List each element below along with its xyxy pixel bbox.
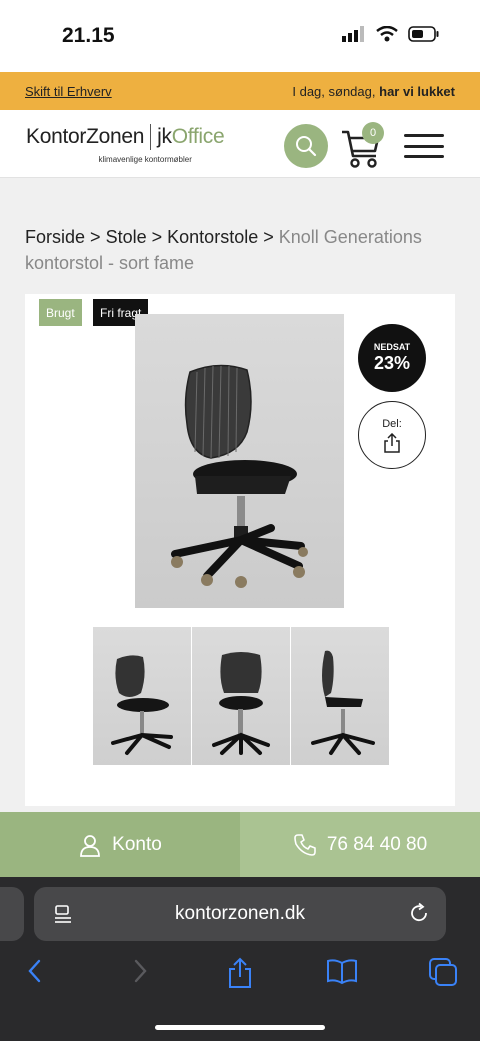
user-icon <box>80 834 101 857</box>
share-button[interactable]: Del: <box>358 401 426 469</box>
product-card: Brugt Fri fragt NEDSAT 23% Del: <box>25 294 455 806</box>
switch-to-business-link[interactable]: Skift til Erhverv <box>25 84 112 99</box>
site-header: KontorZonen jk Office klimavenlige kontor… <box>0 110 480 178</box>
menu-icon-line <box>404 155 444 158</box>
breadcrumb-stole[interactable]: Stole <box>106 227 147 247</box>
battery-icon <box>408 26 439 42</box>
bookmarks-icon[interactable] <box>326 957 358 985</box>
opening-status-prefix: I dag, søndag, <box>292 83 376 99</box>
browser-toolbar <box>0 957 480 997</box>
wifi-icon <box>376 26 398 42</box>
menu-icon-line <box>404 134 444 137</box>
home-indicator <box>155 1025 325 1030</box>
breadcrumb-kontorstole[interactable]: Kontorstole <box>167 227 258 247</box>
reload-icon[interactable] <box>408 902 430 924</box>
logo-jk: jk <box>157 125 172 148</box>
phone-button[interactable]: 76 84 40 80 <box>240 812 480 877</box>
product-main-image[interactable] <box>135 314 344 608</box>
discount-badge: NEDSAT 23% <box>358 324 426 392</box>
account-button[interactable]: Konto <box>0 812 240 877</box>
url-text: kontorzonen.dk <box>175 903 305 924</box>
logo-tagline: klimavenlige kontormøbler <box>98 155 192 164</box>
logo-divider <box>150 124 152 150</box>
logo-kontorzonen: KontorZonen <box>26 125 145 148</box>
office-chair-thumbnail <box>111 655 173 755</box>
previous-tab-preview[interactable] <box>0 887 24 941</box>
office-chair-thumbnail <box>212 652 270 755</box>
search-icon <box>296 136 317 157</box>
office-chair-thumbnail <box>311 650 375 755</box>
discount-value: 23% <box>373 353 411 373</box>
menu-icon-line <box>404 144 444 148</box>
signal-icon <box>342 26 364 42</box>
menu-button[interactable] <box>404 134 444 158</box>
browser-chrome: kontorzonen.dk <box>0 877 480 1041</box>
share-label: Del: <box>382 417 402 430</box>
status-icons <box>342 26 440 42</box>
used-badge: Brugt <box>39 299 82 326</box>
tabs-icon[interactable] <box>428 957 458 987</box>
phone-number: 76 84 40 80 <box>326 833 428 855</box>
opening-status-bold: har vi lukket <box>379 83 455 99</box>
phone-icon <box>294 833 316 856</box>
logo-office: Office <box>171 125 225 148</box>
promo-bar: Skift til Erhverv I dag, søndag, har vi … <box>0 72 480 110</box>
breadcrumb-separator: > <box>151 227 163 247</box>
cart-count-badge: 0 <box>362 122 384 144</box>
forward-icon[interactable] <box>130 957 150 985</box>
product-thumbnails <box>93 627 390 765</box>
search-button[interactable] <box>284 124 328 168</box>
share-icon <box>384 432 400 453</box>
opening-status: I dag, søndag, har vi lukket <box>292 84 455 99</box>
breadcrumb-separator: > <box>263 227 274 247</box>
site-logo[interactable]: KontorZonen jk Office klimavenlige kontor… <box>26 124 225 164</box>
status-time: 21.15 <box>62 24 115 47</box>
back-icon[interactable] <box>25 957 45 985</box>
share-sheet-icon[interactable] <box>226 957 254 989</box>
account-label: Konto <box>112 833 162 855</box>
discount-label: NEDSAT <box>373 342 411 352</box>
address-bar[interactable]: kontorzonen.dk <box>34 887 446 941</box>
status-bar: 21.15 <box>0 0 480 72</box>
office-chair-image <box>171 364 308 588</box>
breadcrumb-forside[interactable]: Forside <box>25 227 85 247</box>
product-thumbnail[interactable] <box>93 627 191 765</box>
page-menu-icon[interactable] <box>52 903 74 925</box>
contact-bar: Konto 76 84 40 80 <box>0 812 480 877</box>
product-thumbnail[interactable] <box>192 627 290 765</box>
cart-button[interactable]: 0 <box>340 122 388 168</box>
breadcrumb: Forside > Stole > Kontorstole > Knoll Ge… <box>25 224 445 276</box>
product-thumbnail[interactable] <box>291 627 389 765</box>
breadcrumb-separator: > <box>90 227 101 247</box>
